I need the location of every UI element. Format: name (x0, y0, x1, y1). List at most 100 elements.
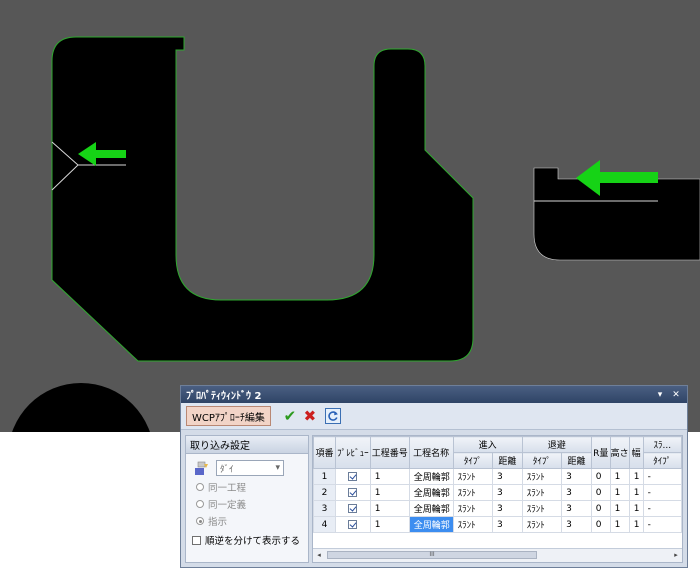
height-cell[interactable]: 1 (609, 516, 630, 533)
radio-label: 同一工程 (208, 483, 247, 494)
circle-part[interactable] (8, 383, 154, 432)
process-name-cell[interactable]: 全周輪郭 (408, 500, 454, 517)
approach-type-cell[interactable]: ｽﾗﾝﾄ (452, 484, 494, 501)
process-name-cell[interactable]: 全周輪郭 (408, 484, 454, 501)
retreat-type-cell[interactable]: ｽﾗﾝﾄ (521, 484, 563, 501)
retreat-type-cell[interactable]: ｽﾗﾝﾄ (521, 500, 563, 517)
height-cell[interactable]: 1 (609, 500, 630, 517)
width-cell[interactable]: 1 (628, 484, 644, 501)
radio-label: 同一定義 (208, 500, 247, 511)
wcp-approach-edit-button[interactable]: WCPｱﾌﾟﾛｰﾁ編集 (186, 406, 271, 426)
checkbox-checked-icon (348, 487, 358, 497)
radio-instruction[interactable]: 指示 (196, 514, 308, 528)
process-no-cell[interactable]: 1 (369, 468, 410, 485)
retreat-dist-cell[interactable]: 3 (561, 516, 592, 533)
preview-checkbox[interactable] (334, 516, 371, 533)
horizontal-scrollbar[interactable]: ◂ III ▸ (313, 548, 682, 562)
radio-same-definition[interactable]: 同一定義 (196, 497, 308, 511)
radio-circle-selected (196, 517, 204, 525)
header-retreat-type[interactable]: ﾀｲﾌﾟ (521, 452, 563, 469)
retreat-dist-cell[interactable]: 3 (561, 484, 592, 501)
table-row[interactable]: 2 1 全周輪郭 ｽﾗﾝﾄ 3 ｽﾗﾝﾄ 3 0 1 1 - (313, 484, 682, 501)
preview-checkbox[interactable] (334, 484, 371, 501)
title-bar[interactable]: ﾌﾟﾛﾊﾟﾃｨｳｨﾝﾄﾞｳ 2 ▾ ✕ (181, 386, 687, 403)
retreat-dist-cell[interactable]: 3 (561, 500, 592, 517)
header-approach-distance[interactable]: 距離 (492, 452, 523, 469)
menu-dropdown-icon[interactable]: ▾ (654, 390, 666, 400)
scroll-thumb[interactable]: III (327, 551, 537, 559)
header-retreat-distance[interactable]: 距離 (561, 452, 592, 469)
header-approach[interactable]: 進入 (452, 436, 523, 453)
r-cell[interactable]: 0 (590, 484, 611, 501)
process-name-cell-selected[interactable]: 全周輪郭 (408, 516, 454, 533)
cad-viewport[interactable] (0, 0, 700, 432)
approach-dist-cell[interactable]: 3 (492, 468, 523, 485)
import-settings-panel: 取り込み設定 ﾀﾞｲ ▾ 同一工程 同一定義 指示 順逆を分けて表示する (185, 435, 309, 563)
height-cell[interactable]: 1 (609, 484, 630, 501)
retreat-dist-cell[interactable]: 3 (561, 468, 592, 485)
row-index: 3 (313, 500, 336, 517)
window-title: ﾌﾟﾛﾊﾟﾃｨｳｨﾝﾄﾞｳ 2 (186, 391, 262, 402)
approach-dist-cell[interactable]: 3 (492, 516, 523, 533)
header-width[interactable]: 幅 (628, 436, 644, 469)
approach-type-cell[interactable]: ｽﾗﾝﾄ (452, 468, 494, 485)
die-select-value: ﾀﾞｲ (220, 464, 234, 475)
check-icon[interactable]: ✔ (281, 407, 299, 425)
r-cell[interactable]: 0 (590, 500, 611, 517)
preview-checkbox[interactable] (334, 468, 371, 485)
r-cell[interactable]: 0 (590, 516, 611, 533)
cancel-x-icon[interactable]: ✖ (301, 407, 319, 425)
height-cell[interactable]: 1 (609, 468, 630, 485)
approach-dist-cell[interactable]: 3 (492, 500, 523, 517)
width-cell[interactable]: 1 (628, 468, 644, 485)
cad-drawing (8, 36, 700, 432)
width-cell[interactable]: 1 (628, 516, 644, 533)
preview-checkbox[interactable] (334, 500, 371, 517)
import-settings-header: 取り込み設定 (186, 436, 308, 454)
die-type-select[interactable]: ﾀﾞｲ ▾ (216, 460, 284, 476)
table-row-selected[interactable]: 4 1 全周輪郭 ｽﾗﾝﾄ 3 ｽﾗﾝﾄ 3 0 1 1 - (313, 516, 682, 533)
header-approach-type[interactable]: ﾀｲﾌﾟ (452, 452, 494, 469)
header-process-name[interactable]: 工程名称 (408, 436, 454, 469)
slant-cell[interactable]: - (642, 484, 682, 501)
scroll-right-icon[interactable]: ▸ (670, 549, 682, 562)
process-no-cell[interactable]: 1 (369, 484, 410, 501)
table-row[interactable]: 3 1 全周輪郭 ｽﾗﾝﾄ 3 ｽﾗﾝﾄ 3 0 1 1 - (313, 500, 682, 517)
process-no-cell[interactable]: 1 (369, 500, 410, 517)
retreat-type-cell[interactable]: ｽﾗﾝﾄ (521, 516, 563, 533)
slant-cell[interactable]: - (642, 516, 682, 533)
header-preview[interactable]: ﾌﾟﾚﾋﾞｭｰ (334, 436, 371, 469)
refresh-icon[interactable] (324, 408, 341, 424)
process-name-cell[interactable]: 全周輪郭 (408, 468, 454, 485)
checkbox-checked-icon (348, 519, 358, 529)
width-cell[interactable]: 1 (628, 500, 644, 517)
scroll-left-icon[interactable]: ◂ (313, 549, 325, 562)
radio-same-process[interactable]: 同一工程 (196, 480, 308, 494)
part-shape-main[interactable] (51, 36, 474, 362)
approach-grid[interactable]: 項番 ﾌﾟﾚﾋﾞｭｰ 工程番号 工程名称 進入 退避 R量 高さ 幅 ｽﾗ...… (312, 435, 683, 563)
property-window[interactable]: ﾌﾟﾛﾊﾟﾃｨｳｨﾝﾄﾞｳ 2 ▾ ✕ WCPｱﾌﾟﾛｰﾁ編集 ✔ ✖ 取り込み… (180, 385, 688, 568)
retreat-type-cell[interactable]: ｽﾗﾝﾄ (521, 468, 563, 485)
header-height[interactable]: 高さ (609, 436, 630, 469)
process-no-cell[interactable]: 1 (369, 516, 410, 533)
header-slant-type[interactable]: ﾀｲﾌﾟ (642, 452, 682, 469)
header-process-no[interactable]: 工程番号 (369, 436, 410, 469)
table-row[interactable]: 1 1 全周輪郭 ｽﾗﾝﾄ 3 ｽﾗﾝﾄ 3 0 1 1 - (313, 468, 682, 485)
close-icon[interactable]: ✕ (670, 390, 682, 400)
approach-type-cell[interactable]: ｽﾗﾝﾄ (452, 516, 494, 533)
reverse-display-checkbox[interactable]: 順逆を分けて表示する (192, 533, 308, 547)
slant-cell[interactable]: - (642, 500, 682, 517)
header-index[interactable]: 項番 (313, 436, 336, 469)
die-icon-glyph (195, 461, 208, 475)
row-index: 1 (313, 468, 336, 485)
approach-type-cell[interactable]: ｽﾗﾝﾄ (452, 500, 494, 517)
checkbox-box (192, 535, 201, 545)
header-slant[interactable]: ｽﾗ... (642, 436, 682, 453)
checkbox-checked-icon (348, 503, 358, 513)
header-r-amount[interactable]: R量 (590, 436, 611, 469)
radio-circle (196, 483, 204, 491)
r-cell[interactable]: 0 (590, 468, 611, 485)
header-retreat[interactable]: 退避 (521, 436, 592, 453)
slant-cell[interactable]: - (642, 468, 682, 485)
approach-dist-cell[interactable]: 3 (492, 484, 523, 501)
